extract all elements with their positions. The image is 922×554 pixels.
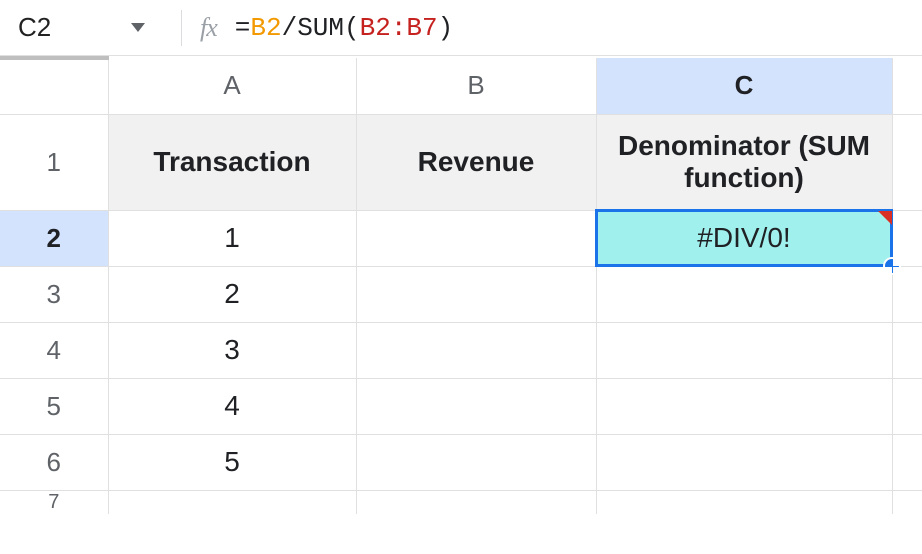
cell-d2[interactable] bbox=[892, 210, 922, 266]
select-all-corner[interactable] bbox=[0, 58, 108, 114]
formula-equals: = bbox=[235, 13, 251, 43]
cell-b1[interactable]: Revenue bbox=[356, 114, 596, 210]
formula-operator: / bbox=[282, 13, 298, 43]
cell-b5[interactable] bbox=[356, 378, 596, 434]
divider bbox=[181, 10, 182, 46]
formula-lpar: ( bbox=[344, 13, 360, 43]
cell-c2-value: #DIV/0! bbox=[697, 222, 790, 253]
cell-c6[interactable] bbox=[596, 434, 892, 490]
row-header-3[interactable]: 3 bbox=[0, 266, 108, 322]
column-header-row: A B C bbox=[0, 58, 922, 114]
cell-b7[interactable] bbox=[356, 490, 596, 514]
cell-a1[interactable]: Transaction bbox=[108, 114, 356, 210]
cell-b2[interactable] bbox=[356, 210, 596, 266]
formula-ref: B2 bbox=[250, 13, 281, 43]
formula-range: B2:B7 bbox=[360, 13, 438, 43]
error-indicator-icon[interactable] bbox=[878, 211, 892, 225]
table-row: 5 4 bbox=[0, 378, 922, 434]
cell-a6[interactable]: 5 bbox=[108, 434, 356, 490]
cell-d6[interactable] bbox=[892, 434, 922, 490]
cell-c3[interactable] bbox=[596, 266, 892, 322]
row-header-5[interactable]: 5 bbox=[0, 378, 108, 434]
spreadsheet-grid: A B C 1 Transaction Revenue Denominator … bbox=[0, 56, 922, 514]
cell-c7[interactable] bbox=[596, 490, 892, 514]
cell-c1[interactable]: Denominator (SUM function) bbox=[596, 114, 892, 210]
row-header-7[interactable]: 7 bbox=[0, 490, 108, 514]
table-row: 1 Transaction Revenue Denominator (SUM f… bbox=[0, 114, 922, 210]
cell-b3[interactable] bbox=[356, 266, 596, 322]
cell-d7[interactable] bbox=[892, 490, 922, 514]
formula-func: SUM bbox=[297, 13, 344, 43]
row-header-6[interactable]: 6 bbox=[0, 434, 108, 490]
column-header-b[interactable]: B bbox=[356, 58, 596, 114]
cell-d5[interactable] bbox=[892, 378, 922, 434]
formula-rpar: ) bbox=[438, 13, 454, 43]
formula-bar: C2 fx =B2/SUM(B2:B7) bbox=[0, 0, 922, 56]
row-header-2[interactable]: 2 bbox=[0, 210, 108, 266]
table-row: 4 3 bbox=[0, 322, 922, 378]
column-header-a[interactable]: A bbox=[108, 58, 356, 114]
table-row: 3 2 bbox=[0, 266, 922, 322]
cell-a2[interactable]: 1 bbox=[108, 210, 356, 266]
cell-a7[interactable] bbox=[108, 490, 356, 514]
cell-a5[interactable]: 4 bbox=[108, 378, 356, 434]
table-row: 6 5 bbox=[0, 434, 922, 490]
cell-b4[interactable] bbox=[356, 322, 596, 378]
column-header-c[interactable]: C bbox=[596, 58, 892, 114]
formula-input[interactable]: =B2/SUM(B2:B7) bbox=[235, 13, 453, 43]
column-header-d[interactable] bbox=[892, 58, 922, 114]
cell-b6[interactable] bbox=[356, 434, 596, 490]
cell-a3[interactable]: 2 bbox=[108, 266, 356, 322]
chevron-down-icon[interactable] bbox=[131, 23, 145, 32]
row-header-4[interactable]: 4 bbox=[0, 322, 108, 378]
cell-d4[interactable] bbox=[892, 322, 922, 378]
cell-d3[interactable] bbox=[892, 266, 922, 322]
cell-a4[interactable]: 3 bbox=[108, 322, 356, 378]
cell-c2[interactable]: #DIV/0! bbox=[596, 210, 892, 266]
cell-c4[interactable] bbox=[596, 322, 892, 378]
row-header-1[interactable]: 1 bbox=[0, 114, 108, 210]
fx-icon: fx bbox=[200, 13, 217, 43]
name-box[interactable]: C2 bbox=[18, 12, 163, 43]
cell-c5[interactable] bbox=[596, 378, 892, 434]
table-row: 2 1 #DIV/0! bbox=[0, 210, 922, 266]
cell-d1[interactable] bbox=[892, 114, 922, 210]
name-box-value: C2 bbox=[18, 12, 51, 43]
table-row: 7 bbox=[0, 490, 922, 514]
